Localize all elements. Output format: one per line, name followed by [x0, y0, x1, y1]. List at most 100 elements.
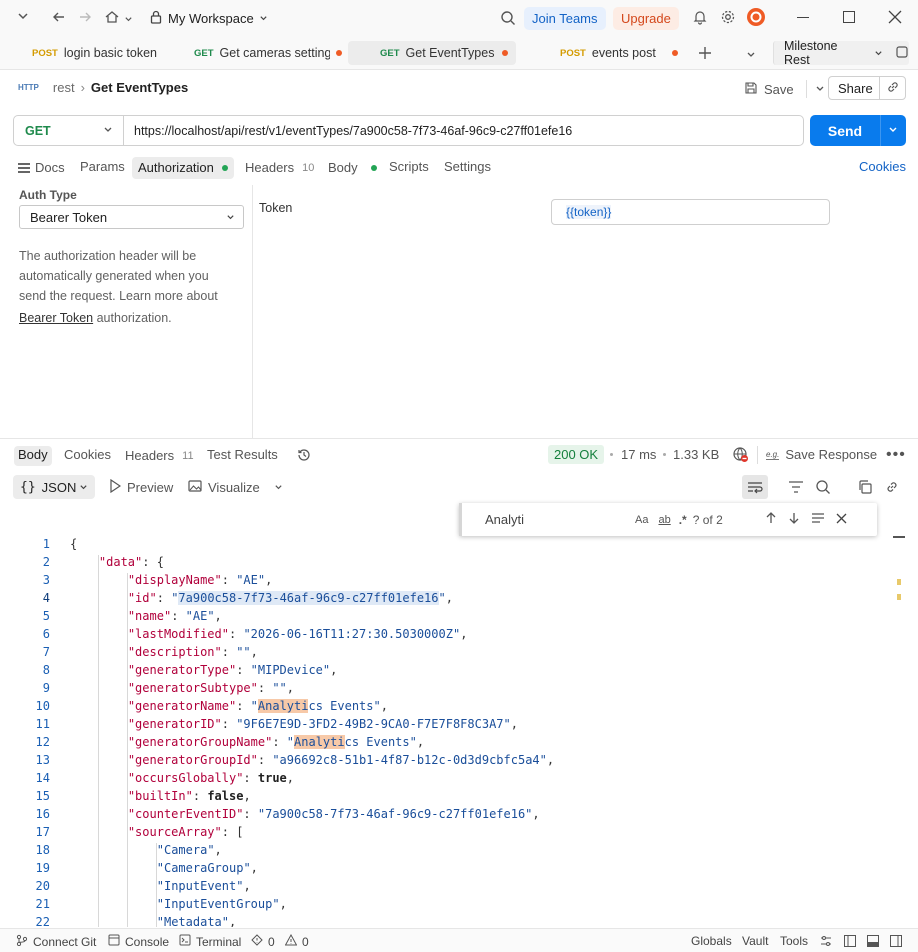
chevron-down-icon[interactable] — [888, 123, 898, 138]
join-teams-button[interactable]: Join Teams — [524, 7, 606, 30]
bell-icon[interactable] — [692, 9, 708, 28]
connect-git-button[interactable]: Connect Git — [16, 934, 96, 949]
layout-right-icon[interactable] — [890, 935, 902, 950]
code-token: "builtIn" — [127, 789, 193, 803]
chevron-down-icon[interactable] — [815, 82, 825, 97]
token-input[interactable]: {{token}} — [551, 199, 830, 225]
filter-icon[interactable] — [788, 480, 804, 497]
method-selector[interactable]: GET — [14, 116, 124, 145]
match-word-toggle[interactable]: ab — [658, 514, 670, 526]
copy-icon[interactable] — [857, 479, 873, 498]
tab-body[interactable]: Body — [322, 157, 383, 179]
eye-icon[interactable] — [895, 45, 909, 62]
settings-sliders-icon[interactable] — [820, 935, 832, 950]
back-arrow-icon[interactable] — [52, 10, 66, 27]
layout-bottom-icon[interactable] — [867, 935, 879, 950]
visualize-button[interactable]: Visualize — [188, 479, 283, 496]
forward-arrow-icon[interactable] — [78, 10, 92, 27]
tab-login-basic-token[interactable]: POST login basic token — [24, 41, 165, 65]
more-options-icon[interactable]: ••• — [886, 446, 906, 464]
code-token: "id" — [127, 591, 157, 605]
preview-button[interactable]: Preview — [109, 478, 173, 496]
chevron-down-icon[interactable] — [124, 12, 133, 27]
image-icon — [188, 479, 202, 496]
resp-tab-body[interactable]: Body — [14, 446, 52, 466]
chevron-down-icon[interactable] — [746, 48, 756, 63]
url-input[interactable]: https://localhost/api/rest/v1/eventTypes… — [124, 124, 572, 138]
link-icon[interactable] — [886, 80, 900, 97]
response-body-editor[interactable]: 1{2 "data": {3 "displayName": "AE", 4 "id": … — [0, 537, 890, 927]
auth-type-select[interactable]: Bearer Token — [19, 205, 244, 229]
indent-guide — [98, 717, 99, 735]
bearer-token-link[interactable]: Bearer Token — [19, 311, 93, 325]
home-icon[interactable] — [104, 9, 120, 28]
resp-tab-cookies[interactable]: Cookies — [60, 446, 115, 466]
share-button[interactable]: Share — [828, 76, 906, 100]
tab-scripts[interactable]: Scripts — [383, 157, 435, 179]
maximize-icon[interactable] — [843, 11, 855, 23]
tab-events-post[interactable]: POST events post — [552, 41, 686, 65]
resp-tab-test-results[interactable]: Test Results — [203, 446, 282, 466]
resp-headers-label: Headers — [125, 448, 175, 463]
code-token: " — [438, 591, 446, 605]
arrow-down-icon[interactable] — [788, 512, 800, 527]
line-number: 9 — [42, 681, 50, 695]
tab-docs[interactable]: Docs — [12, 157, 71, 179]
tab-authorization[interactable]: Authorization — [132, 157, 234, 179]
status-badge[interactable]: 200 OK — [548, 445, 605, 464]
cookies-link[interactable]: Cookies — [853, 157, 912, 179]
user-avatar[interactable] — [747, 8, 765, 26]
breadcrumb-parent[interactable]: rest — [53, 80, 75, 95]
warnings-indicator[interactable]: 0 — [284, 933, 309, 949]
errors-indicator[interactable]: 0 — [251, 934, 275, 949]
arrow-up-icon[interactable] — [765, 512, 777, 527]
send-button[interactable]: Send — [810, 115, 906, 146]
response-size[interactable]: 1.33 KB — [673, 447, 719, 462]
chevron-down-icon[interactable] — [16, 9, 30, 26]
console-button[interactable]: Console — [108, 934, 169, 949]
save-response-button[interactable]: e.g. Save Response — [766, 447, 877, 462]
chevron-down-icon — [259, 11, 268, 26]
tab-get-eventtypes[interactable]: GET Get EventTypes — [348, 41, 516, 65]
tools-link[interactable]: Tools — [780, 934, 808, 948]
tab-settings[interactable]: Settings — [438, 157, 497, 179]
workspace-switcher[interactable]: My Workspace — [150, 10, 268, 27]
code-token: : — [192, 789, 208, 803]
code-token: "AE" — [185, 609, 215, 623]
globe-blocked-icon[interactable] — [732, 446, 749, 466]
chevron-down-icon[interactable] — [274, 480, 283, 495]
plus-icon[interactable] — [698, 46, 712, 63]
minimize-icon[interactable] — [797, 17, 809, 18]
scrollbar-thumb[interactable] — [893, 536, 905, 538]
resp-tab-headers[interactable]: Headers 11 — [121, 446, 198, 466]
indent-guide — [155, 879, 157, 897]
history-icon[interactable] — [296, 447, 312, 466]
save-button[interactable]: Save — [744, 78, 825, 100]
match-case-toggle[interactable]: Aa — [635, 514, 648, 526]
format-selector[interactable]: {} JSON — [13, 475, 95, 499]
terminal-button[interactable]: Terminal — [179, 934, 241, 949]
tab-params[interactable]: Params — [74, 157, 131, 179]
link-icon[interactable] — [884, 479, 900, 498]
vault-link[interactable]: Vault — [742, 934, 768, 948]
close-icon[interactable] — [836, 512, 847, 527]
tab-headers[interactable]: Headers 10 — [239, 157, 320, 179]
globals-link[interactable]: Globals — [691, 934, 732, 948]
search-icon[interactable] — [815, 479, 831, 498]
code-token: "generatorType" — [127, 663, 237, 677]
layout-left-icon[interactable] — [844, 935, 856, 950]
gear-icon[interactable] — [720, 9, 736, 28]
search-icon[interactable] — [500, 10, 516, 29]
environment-selector[interactable]: Milestone Rest — [773, 39, 909, 67]
line-number: 13 — [35, 753, 50, 767]
close-icon[interactable] — [888, 10, 902, 27]
find-in-selection-icon[interactable] — [811, 512, 825, 527]
wrap-lines-icon[interactable] — [742, 475, 768, 499]
tab-get-cameras-settings[interactable]: GET Get cameras settings — [186, 41, 350, 65]
regex-toggle[interactable]: .* — [679, 513, 687, 527]
response-time[interactable]: 17 ms — [621, 447, 656, 462]
find-input[interactable]: Analyti — [485, 512, 635, 527]
upgrade-button[interactable]: Upgrade — [613, 7, 679, 30]
indent-guide — [98, 645, 99, 663]
line-number: 20 — [35, 879, 50, 893]
